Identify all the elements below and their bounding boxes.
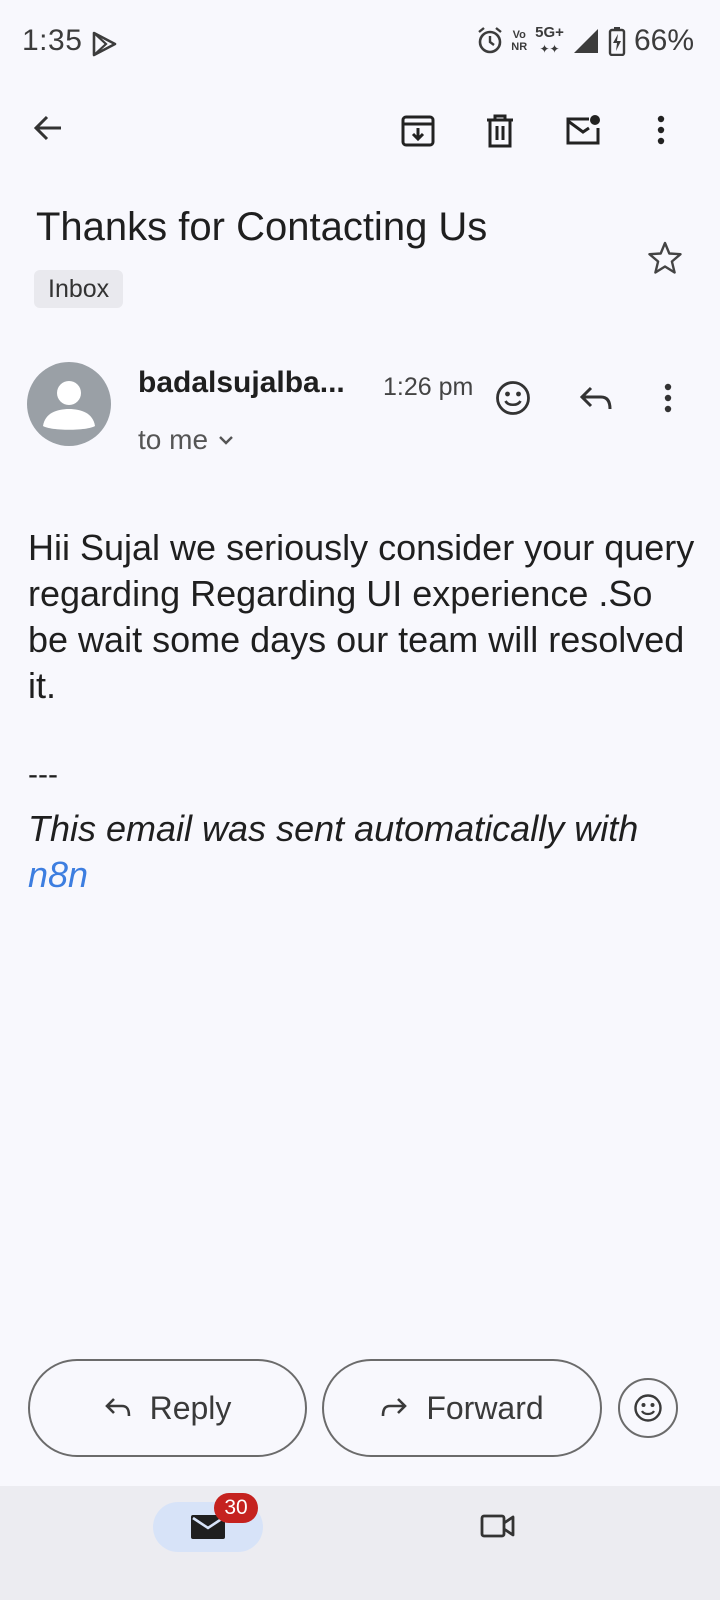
reply-label: Reply xyxy=(149,1389,232,1426)
more-options-button[interactable] xyxy=(633,102,689,158)
chevron-down-icon xyxy=(218,434,234,446)
avatar[interactable] xyxy=(27,362,111,446)
person-icon xyxy=(43,381,95,430)
label-chip[interactable]: Inbox xyxy=(34,270,124,308)
emoji-icon xyxy=(633,1393,663,1423)
reply-icon xyxy=(104,1396,132,1420)
recipient-text: to me xyxy=(138,424,209,455)
email-subject: Thanks for Contacting Us xyxy=(36,205,488,249)
more-vert-icon xyxy=(664,383,672,413)
mark-unread-button[interactable] xyxy=(555,102,611,158)
recipient-toggle[interactable]: to me xyxy=(138,424,234,456)
sender-name[interactable]: badalsujalba... xyxy=(138,366,345,400)
star-button[interactable] xyxy=(637,230,693,286)
back-arrow-icon xyxy=(33,114,63,142)
volte-indicator: Vo NR xyxy=(511,29,527,53)
message-more-button[interactable] xyxy=(640,370,696,426)
back-button[interactable] xyxy=(20,100,76,156)
signature-separator: --- xyxy=(28,758,58,791)
signature-text: This email was sent automatically with xyxy=(28,808,639,849)
play-store-icon xyxy=(90,31,118,57)
reply-button[interactable]: Reply xyxy=(28,1359,307,1457)
signature: This email was sent automatically with n… xyxy=(28,806,688,898)
archive-button[interactable] xyxy=(390,103,446,159)
reply-icon xyxy=(579,384,613,412)
status-time: 1:35 xyxy=(22,24,82,58)
archive-icon xyxy=(401,115,435,147)
status-time-text: 1:35 xyxy=(22,24,83,57)
forward-icon xyxy=(380,1396,408,1420)
emoji-icon xyxy=(495,380,531,416)
email-body: Hii Sujal we seriously consider your que… xyxy=(28,527,695,706)
unread-badge: 30 xyxy=(214,1493,258,1523)
network-indicator: 5G+ ✦✦ xyxy=(535,24,564,57)
reply-icon-button[interactable] xyxy=(568,370,624,426)
more-vert-icon xyxy=(657,115,665,145)
delete-button[interactable] xyxy=(472,103,528,159)
forward-button[interactable]: Forward xyxy=(322,1359,602,1457)
star-icon xyxy=(647,241,683,275)
email-time: 1:26 pm xyxy=(383,373,474,401)
signal-icon xyxy=(572,27,600,55)
volte-bottom: NR xyxy=(511,41,528,53)
alarm-icon xyxy=(477,27,503,55)
add-reaction-button[interactable] xyxy=(485,370,541,426)
n8n-link[interactable]: n8n xyxy=(28,854,88,895)
battery-percent: 66% xyxy=(633,24,694,57)
battery-charging-icon xyxy=(608,26,626,56)
nav-meet-tab[interactable] xyxy=(470,1498,526,1554)
delete-icon xyxy=(486,114,514,148)
volte-top: Vo xyxy=(512,29,526,41)
video-camera-icon xyxy=(480,1513,516,1539)
status-icons: Vo NR 5G+ ✦✦ 66% xyxy=(477,24,694,58)
forward-label: Forward xyxy=(426,1389,544,1426)
network-type: 5G+ xyxy=(535,24,564,41)
bottom-navigation xyxy=(0,1486,720,1600)
mark-unread-icon xyxy=(565,114,601,146)
emoji-reaction-button[interactable] xyxy=(618,1378,678,1438)
